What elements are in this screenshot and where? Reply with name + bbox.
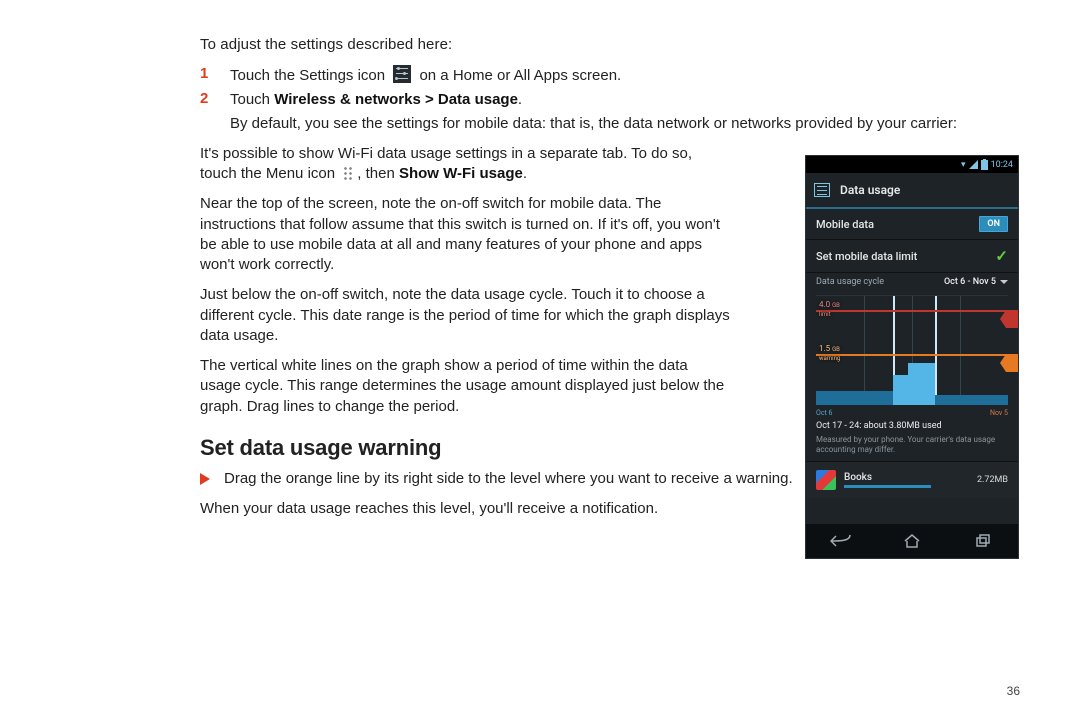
step2-post: . (518, 91, 522, 108)
status-time: 10:24 (991, 160, 1013, 170)
warning-handle[interactable] (1006, 354, 1018, 372)
red-value: 4.0 (819, 300, 830, 309)
status-bar: ▾ 10:24 (806, 156, 1018, 173)
paragraph-whitelines: The vertical white lines on the graph sh… (200, 356, 730, 417)
orange-unit: GB (832, 346, 840, 353)
step-number: 2 (200, 90, 216, 107)
settings-sliders-icon (814, 183, 830, 197)
app-usage-bar (844, 485, 931, 488)
set-limit-label: Set mobile data limit (816, 250, 917, 263)
checkmark-icon[interactable]: ✓ (995, 247, 1008, 265)
chart-axis: Oct 6 Nov 5 (806, 409, 1018, 417)
step-body: Touch the Settings icon on a Home or All… (230, 65, 621, 86)
battery-icon (981, 160, 988, 170)
usage-chart[interactable]: 4.0 GB limit 1.5 GB warning (816, 295, 1008, 405)
step1-pre: Touch the Settings icon (230, 67, 385, 84)
step-1: 1 Touch the Settings icon on a Home or A… (200, 65, 1020, 86)
signal-icon (969, 160, 978, 169)
orange-value: 1.5 (819, 344, 830, 353)
step-2: 2 Touch Wireless & networks > Data usage… (200, 90, 1020, 134)
usage-cycle-row[interactable]: Data usage cycle Oct 6 - Nov 5 (806, 273, 1018, 293)
menu-icon (343, 166, 353, 180)
step2-bold: Wireless & networks > Data usage (274, 91, 518, 108)
page-number: 36 (1007, 684, 1020, 698)
range-usage-text: Oct 17 - 24: about 3.80MB used (806, 417, 1018, 435)
mobile-data-label: Mobile data (816, 218, 874, 231)
limit-handle[interactable] (1006, 310, 1018, 328)
step1-post: on a Home or All Apps screen. (419, 67, 621, 84)
cycle-label: Data usage cycle (816, 277, 884, 287)
app-size: 2.72MB (977, 475, 1008, 485)
p1-post: . (523, 165, 527, 182)
p1-mid: , then (357, 165, 399, 182)
mobile-data-switch[interactable]: ON (979, 216, 1008, 232)
nav-bar (806, 524, 1018, 558)
step-number: 1 (200, 65, 216, 82)
axis-end: Nov 5 (990, 409, 1008, 417)
settings-icon (393, 65, 411, 83)
step2-pre: Touch (230, 91, 274, 108)
screen-title: Data usage (840, 183, 900, 197)
recent-apps-button[interactable] (969, 532, 997, 550)
intro-text: To adjust the settings described here: (200, 36, 1020, 53)
home-button[interactable] (898, 532, 926, 550)
dropdown-triangle-icon (1000, 280, 1008, 284)
back-button[interactable] (827, 532, 855, 550)
cycle-value: Oct 6 - Nov 5 (944, 277, 996, 287)
app-row-books[interactable]: Books 2.72MB (806, 461, 1018, 498)
bullet-text: Drag the orange line by its right side t… (224, 469, 793, 489)
orange-sub: warning (819, 355, 840, 362)
step-body: Touch Wireless & networks > Data usage. … (230, 90, 957, 134)
red-sub: limit (819, 311, 831, 318)
books-app-icon (816, 470, 836, 490)
paragraph-cycle: Just below the on-off switch, note the d… (200, 285, 730, 346)
wifi-icon: ▾ (961, 160, 966, 170)
paragraph-wifi-tab: It's possible to show Wi-Fi data usage s… (200, 144, 730, 185)
app-name: Books (844, 472, 969, 483)
red-unit: GB (832, 302, 840, 309)
p1-bold: Show W-Fi usage (399, 165, 523, 182)
axis-start: Oct 6 (816, 409, 832, 417)
triangle-bullet-icon (200, 473, 210, 485)
phone-screenshot: ▾ 10:24 Data usage Mobile data ON Set mo… (806, 156, 1018, 558)
set-limit-row[interactable]: Set mobile data limit ✓ (806, 240, 1018, 273)
measured-disclaimer: Measured by your phone. Your carrier's d… (806, 435, 1018, 461)
title-bar: Data usage (806, 173, 1018, 209)
mobile-data-row[interactable]: Mobile data ON (806, 209, 1018, 240)
step2-detail: By default, you see the settings for mob… (230, 115, 957, 132)
paragraph-switch: Near the top of the screen, note the on-… (200, 194, 730, 275)
